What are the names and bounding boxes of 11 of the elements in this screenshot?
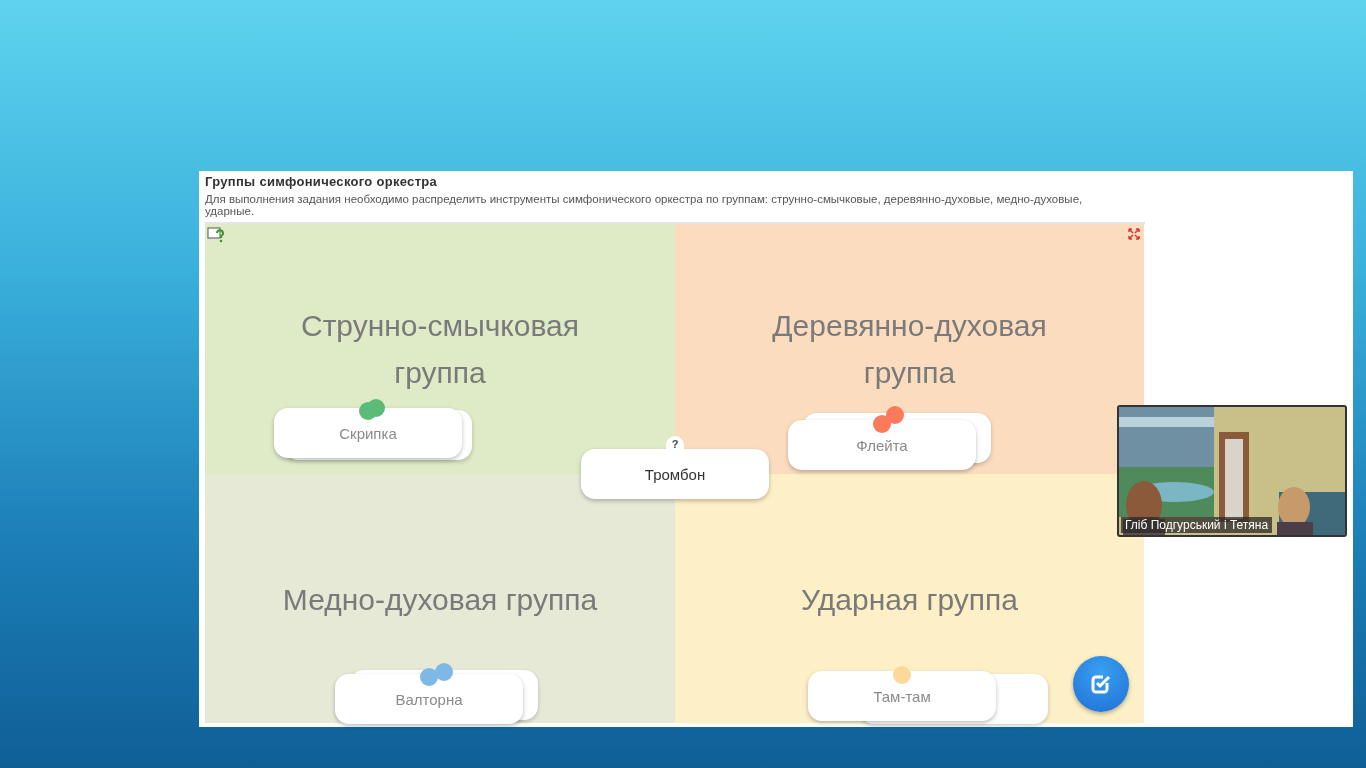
- participant-name: Гліб Подгурський і Тетяна: [1121, 517, 1273, 533]
- group-title: Медно-духовая группа: [281, 582, 599, 618]
- fullscreen-icon[interactable]: [1128, 228, 1140, 240]
- instrument-card[interactable]: Тромбон: [581, 449, 769, 499]
- exercise-title: Группы симфонического оркестра: [204, 173, 439, 191]
- group-title: Струнно-смычковая группа: [299, 308, 581, 391]
- exercise-description: Для выполнения задания необходимо распределить инструменты симфонического оркестра по группам: струнно-смычковые, деревянно-духовые, медно-духовые, ударные.: [204, 192, 1084, 219]
- group-title: Ударная группа: [800, 582, 1019, 618]
- help-icon[interactable]: [207, 227, 225, 243]
- group-title: Деревянно-духовая группа: [771, 308, 1048, 391]
- check-icon: [1090, 673, 1112, 695]
